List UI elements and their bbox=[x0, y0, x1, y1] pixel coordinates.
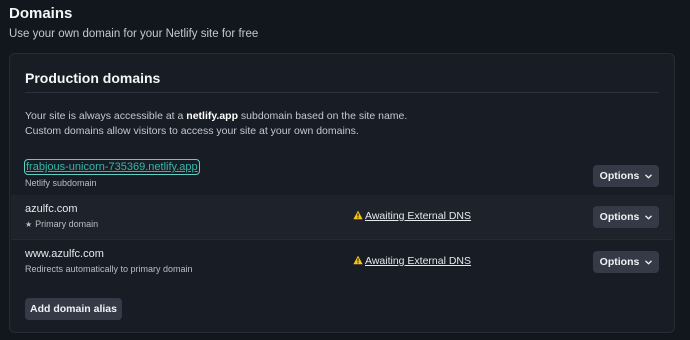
options-button[interactable]: Options bbox=[593, 251, 659, 273]
dns-status-link[interactable]: Awaiting External DNS bbox=[353, 254, 471, 268]
domain-subtitle: Netlify subdomain bbox=[25, 178, 97, 188]
chevron-down-icon bbox=[645, 259, 653, 265]
domain-row-netlify: frabjous-unicorn-735369.netlify.app Netl… bbox=[11, 154, 673, 198]
warning-icon bbox=[353, 210, 363, 220]
page-subtitle: Use your own domain for your Netlify sit… bbox=[9, 28, 259, 40]
star-icon: ★ bbox=[25, 220, 33, 229]
dns-status-text: Awaiting External DNS bbox=[365, 255, 472, 267]
domain-name: www.azulfc.com bbox=[25, 248, 104, 260]
domain-subtitle-text: Primary domain bbox=[35, 219, 99, 229]
page-header: Domains Use your own domain for your Net… bbox=[9, 4, 258, 41]
description-pre: Your site is always accessible at a bbox=[25, 110, 187, 122]
netlify-subdomain-link[interactable]: frabjous-unicorn-735369.netlify.app bbox=[24, 159, 200, 175]
divider bbox=[25, 92, 659, 93]
options-button[interactable]: Options bbox=[593, 206, 659, 228]
chevron-down-icon bbox=[645, 214, 653, 220]
domain-subtitle: ★ Primary domain bbox=[25, 218, 98, 231]
options-label: Options bbox=[599, 211, 640, 223]
options-label: Options bbox=[599, 170, 640, 182]
warning-icon bbox=[353, 255, 363, 265]
options-label: Options bbox=[599, 256, 640, 268]
dns-status-text: Awaiting External DNS bbox=[365, 210, 472, 222]
add-domain-alias-button[interactable]: Add domain alias bbox=[25, 298, 122, 320]
chevron-down-icon bbox=[645, 173, 653, 179]
domain-name: azulfc.com bbox=[25, 203, 78, 215]
domain-subtitle: Redirects automatically to primary domai… bbox=[25, 264, 193, 274]
card-title: Production domains bbox=[25, 70, 161, 86]
production-domains-card: Production domains Your site is always a… bbox=[9, 53, 675, 333]
card-description: Your site is always accessible at a netl… bbox=[25, 109, 445, 139]
domain-row-azulfc: azulfc.com ★ Primary domain Awaiting Exte… bbox=[11, 195, 673, 239]
description-bold: netlify.app bbox=[186, 110, 239, 122]
dns-status-link[interactable]: Awaiting External DNS bbox=[353, 209, 471, 223]
domain-row-www-azulfc: www.azulfc.com Redirects automatically t… bbox=[11, 239, 673, 283]
options-button[interactable]: Options bbox=[593, 165, 659, 187]
page-title: Domains bbox=[9, 5, 73, 22]
